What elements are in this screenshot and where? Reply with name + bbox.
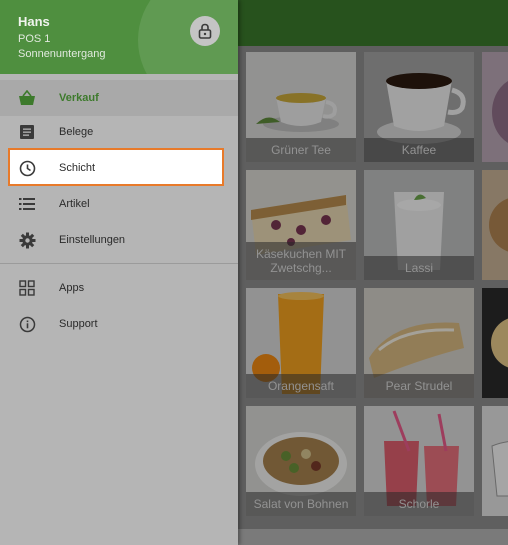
- header-decoration: [138, 0, 238, 74]
- receipt-icon: [18, 123, 36, 141]
- menu-divider: [0, 263, 238, 264]
- menu-item-label: Belege: [59, 126, 94, 138]
- menu-item-label: Support: [59, 318, 98, 330]
- gear-icon: [18, 231, 36, 249]
- clock-icon: [18, 159, 36, 177]
- bottom-bar: [238, 529, 508, 545]
- location-name: Sonnenuntergang: [18, 48, 106, 60]
- menu-item-label: Einstellungen: [59, 234, 126, 246]
- apps-icon: [18, 279, 36, 297]
- menu-item-label: Verkauf: [59, 92, 99, 104]
- menu-item-artikel[interactable]: Artikel: [0, 186, 238, 222]
- menu-item-verkauf[interactable]: Verkauf: [0, 80, 238, 116]
- menu-item-label: Schicht: [59, 162, 96, 174]
- menu-item-support[interactable]: Support: [0, 306, 238, 342]
- drawer-header: Hans POS 1 Sonnenuntergang: [0, 0, 238, 74]
- overlay-scrim[interactable]: [238, 0, 508, 545]
- menu-item-apps[interactable]: Apps: [0, 270, 238, 306]
- menu-item-schicht[interactable]: Schicht: [0, 150, 238, 186]
- list-icon: [18, 195, 36, 213]
- navigation-drawer: Hans POS 1 Sonnenuntergang Verkauf Beleg…: [0, 0, 238, 545]
- lock-icon: [198, 23, 212, 39]
- menu-item-belege[interactable]: Belege: [0, 114, 238, 150]
- menu-item-einstellungen[interactable]: Einstellungen: [0, 222, 238, 258]
- pos-name: POS 1: [18, 33, 51, 45]
- lock-button[interactable]: [190, 16, 220, 46]
- menu-item-label: Apps: [59, 282, 85, 294]
- info-icon: [18, 315, 36, 333]
- user-name: Hans: [18, 14, 50, 29]
- basket-icon: [18, 89, 36, 107]
- menu-item-label: Artikel: [59, 198, 90, 210]
